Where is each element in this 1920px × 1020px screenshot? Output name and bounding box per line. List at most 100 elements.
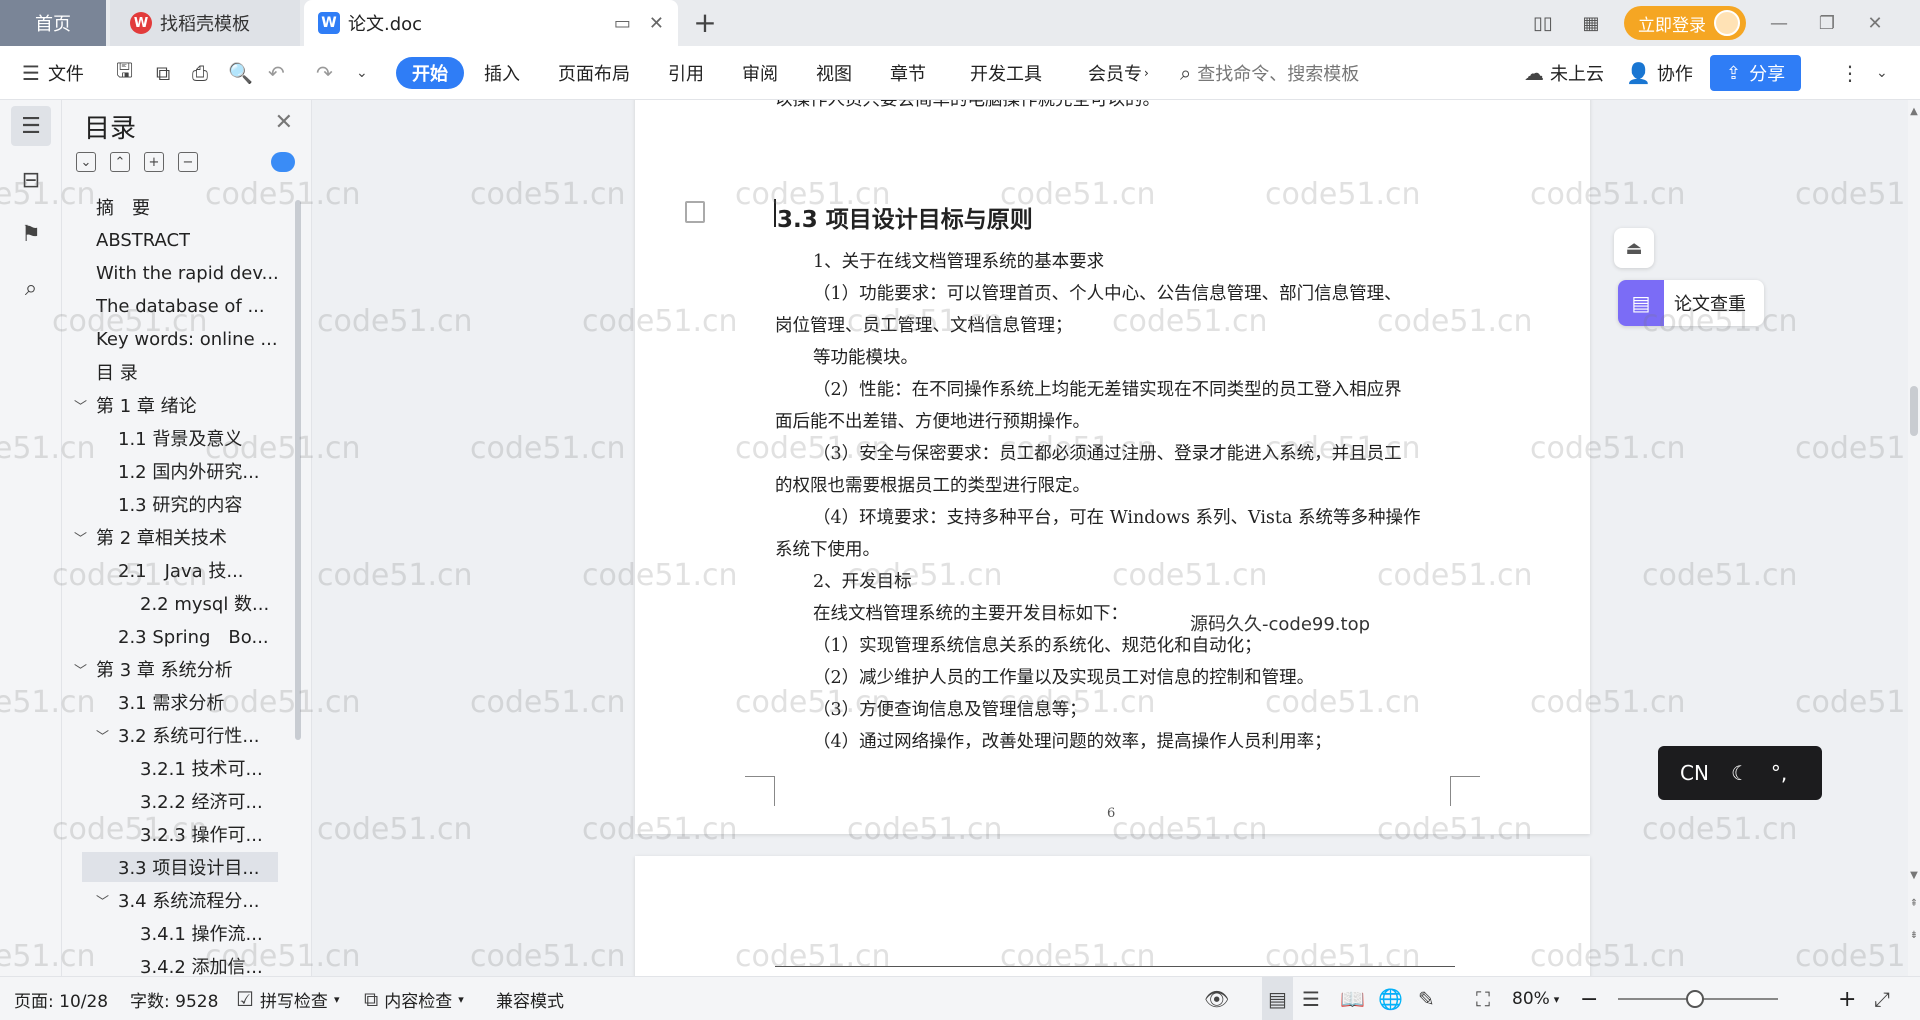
expand-chevron-icon[interactable]: ﹀: [96, 726, 114, 745]
write-mode-icon[interactable]: ✎: [1418, 977, 1435, 1020]
toc-item[interactable]: ﹀ 第 3 章 系统分析: [62, 654, 294, 684]
export-icon[interactable]: ⧉: [156, 46, 170, 100]
toc-item[interactable]: 3.2.1 技术可...: [62, 753, 294, 783]
expand-chevron-icon[interactable]: ﹀: [96, 891, 114, 910]
plagiarism-check-button[interactable]: ▤ 论文查重: [1618, 280, 1764, 326]
close-tab-icon[interactable]: ✕: [649, 13, 664, 34]
screen-icon[interactable]: ▭: [614, 13, 631, 34]
more-icon[interactable]: ⋮: [1840, 46, 1860, 100]
tab-home[interactable]: 首页: [0, 0, 106, 46]
web-view-icon[interactable]: 🌐: [1378, 977, 1403, 1020]
document-page[interactable]: 以操作人员只要会简单的电脑操作就完全可以的。 3.3 项目设计目标与原则 1、关…: [635, 100, 1590, 834]
menu-chapter[interactable]: 章节: [890, 46, 926, 100]
menu-view[interactable]: 视图: [816, 46, 852, 100]
eye-protection-icon[interactable]: 👁: [1204, 977, 1229, 1020]
minus-icon[interactable]: −: [178, 152, 198, 172]
print-icon[interactable]: ⎙: [192, 46, 208, 100]
vertical-scrollbar[interactable]: ▲ ▼ ⇞ ⇟: [1908, 100, 1920, 976]
scroll-up-icon[interactable]: ▲: [1908, 106, 1920, 117]
toc-item[interactable]: 3.2.2 经济可...: [62, 786, 294, 816]
paragraph-format-icon[interactable]: [685, 201, 705, 223]
tab-document[interactable]: W 论文.doc ▭ ✕: [304, 0, 678, 46]
ai-assistant-icon[interactable]: [271, 152, 295, 172]
expand-chevron-icon[interactable]: ﹀: [74, 396, 92, 415]
bookmark-icon[interactable]: ⚑: [11, 214, 51, 254]
login-button[interactable]: 立即登录: [1624, 6, 1746, 40]
scrollbar-thumb[interactable]: [1910, 386, 1918, 436]
command-search[interactable]: ⌕ 查找命令、搜索模板: [1180, 46, 1359, 100]
page-up-icon[interactable]: ⇞: [1908, 898, 1920, 909]
ime-indicator[interactable]: CN ☾ °,: [1658, 746, 1822, 800]
apps-grid-icon[interactable]: ▦: [1576, 10, 1606, 36]
toc-icon[interactable]: ☰: [11, 106, 51, 146]
toc-item[interactable]: 1.3 研究的内容: [62, 489, 294, 519]
toc-item[interactable]: 2.2 mysql 数...: [62, 588, 294, 618]
fit-page-icon[interactable]: ⛶: [1476, 977, 1490, 1020]
toc-item[interactable]: 2.3 Spring Bo...: [62, 621, 294, 651]
spell-check-button[interactable]: ☑ 拼写检查 ▾: [236, 977, 339, 1020]
toc-item[interactable]: 摘 要: [62, 192, 294, 222]
menu-member[interactable]: 会员专 ›: [1088, 46, 1149, 100]
share-button[interactable]: ⇪ 分享: [1710, 55, 1802, 91]
document-page-next[interactable]: [635, 856, 1590, 976]
tab-template[interactable]: W 找稻壳模板: [110, 0, 300, 46]
cloud-status[interactable]: ☁ 未上云: [1524, 46, 1604, 100]
content-check-button[interactable]: ⧉ 内容检查 ▾: [364, 977, 464, 1020]
search-icon[interactable]: ⌕: [11, 268, 51, 308]
toc-item[interactable]: ﹀ 3.2 系统可行性...: [62, 720, 294, 750]
layout-icon[interactable]: ▯▯: [1528, 10, 1558, 36]
scroll-down-icon[interactable]: ▼: [1908, 870, 1920, 881]
zoom-in-button[interactable]: +: [1838, 977, 1856, 1020]
menu-start[interactable]: 开始: [396, 57, 464, 89]
zoom-slider-knob[interactable]: [1686, 990, 1704, 1008]
print-preview-icon[interactable]: 🔍: [228, 46, 253, 100]
menu-insert[interactable]: 插入: [484, 46, 520, 100]
collapse-ribbon-icon[interactable]: ⌄: [1876, 46, 1888, 100]
collaborate-button[interactable]: 👤 协作: [1626, 46, 1693, 100]
close-window-icon[interactable]: ✕: [1860, 13, 1890, 34]
collapse-up-icon[interactable]: ⌃: [110, 152, 130, 172]
outline-view-icon[interactable]: ☰: [1302, 977, 1320, 1020]
page-view-icon[interactable]: ▤: [1262, 977, 1293, 1020]
chapter-nav-icon[interactable]: ⊟: [11, 160, 51, 200]
zoom-out-button[interactable]: −: [1580, 977, 1598, 1020]
toc-item[interactable]: 3.4.2 添加信...: [62, 951, 294, 976]
minimize-icon[interactable]: —: [1764, 13, 1794, 34]
menu-page-layout[interactable]: 页面布局: [558, 46, 630, 100]
toc-item[interactable]: 2.1 Java 技...: [62, 555, 294, 585]
word-count[interactable]: 字数: 9528: [130, 977, 218, 1020]
customize-chevron-down-icon[interactable]: ⌄: [356, 46, 368, 100]
zoom-select[interactable]: 80% ▾: [1512, 977, 1559, 1020]
file-menu[interactable]: ☰ 文件: [22, 46, 84, 100]
toc-item[interactable]: The database of ...: [62, 291, 294, 321]
fullscreen-icon[interactable]: ⤢: [1874, 977, 1890, 1020]
page-down-icon[interactable]: ⇟: [1908, 930, 1920, 941]
toc-item[interactable]: 3.1 需求分析: [62, 687, 294, 717]
toc-item[interactable]: Key words: online ...: [62, 324, 294, 354]
add-icon[interactable]: +: [144, 152, 164, 172]
undo-icon[interactable]: ↶: [268, 46, 285, 100]
menu-developer[interactable]: 开发工具: [970, 46, 1042, 100]
menu-references[interactable]: 引用: [668, 46, 704, 100]
toc-item[interactable]: With the rapid dev...: [62, 258, 294, 288]
toc-item[interactable]: 3.2.3 操作可...: [62, 819, 294, 849]
toc-scrollbar[interactable]: [295, 200, 301, 740]
toc-item[interactable]: 目 录: [62, 357, 294, 387]
expand-chevron-icon[interactable]: ﹀: [74, 660, 92, 679]
toc-item[interactable]: ﹀ 3.4 系统流程分...: [62, 885, 294, 915]
toc-item[interactable]: 3.4.1 操作流...: [62, 918, 294, 948]
toc-item[interactable]: ﹀ 第 2 章相关技术: [62, 522, 294, 552]
toc-item[interactable]: 1.2 国内外研究...: [62, 456, 294, 486]
reading-view-icon[interactable]: 📖: [1340, 977, 1365, 1020]
collapse-panel-icon[interactable]: ⏏: [1614, 228, 1654, 268]
page-indicator[interactable]: 页面: 10/28: [14, 977, 108, 1020]
restore-icon[interactable]: ❐: [1812, 13, 1842, 34]
toc-item[interactable]: 1.1 背景及意义: [62, 423, 294, 453]
close-icon[interactable]: ✕: [275, 110, 293, 135]
expand-down-icon[interactable]: ⌄: [76, 152, 96, 172]
redo-icon[interactable]: ↷: [316, 46, 333, 100]
toc-item[interactable]: ABSTRACT: [62, 225, 294, 255]
save-icon[interactable]: 🖫: [116, 46, 133, 100]
document-canvas[interactable]: 以操作人员只要会简单的电脑操作就完全可以的。 3.3 项目设计目标与原则 1、关…: [312, 100, 1908, 976]
toc-item[interactable]: ﹀ 第 1 章 绪论: [62, 390, 294, 420]
